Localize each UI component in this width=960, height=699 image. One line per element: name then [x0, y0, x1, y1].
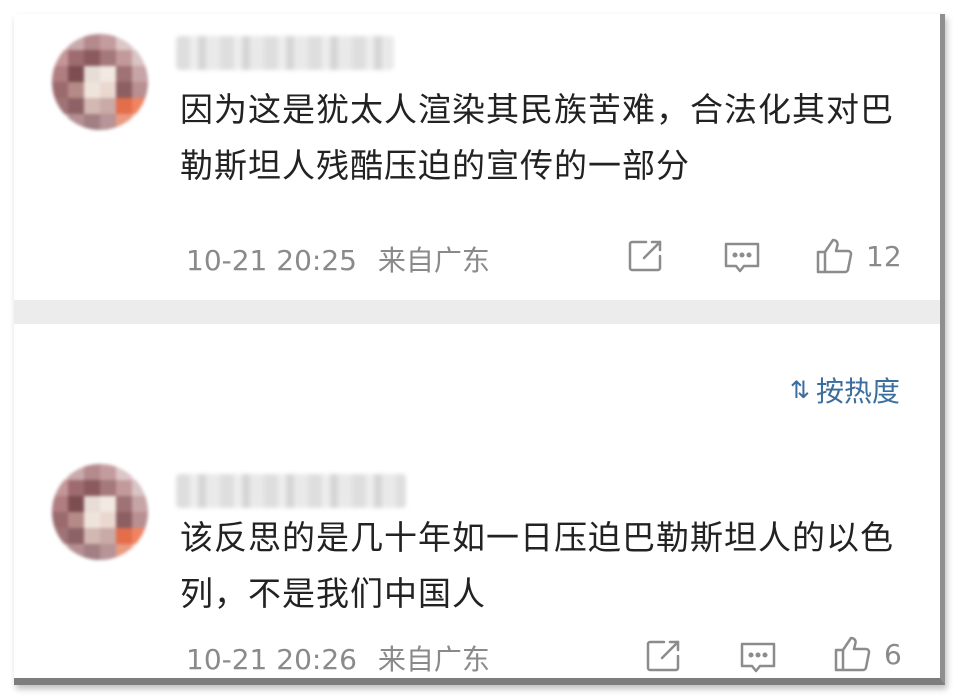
comment-meta: 10-21 20:25 来自广东 [186, 239, 490, 279]
comment-item: 因为这是犹太人渲染其民族苦难，合法化其对巴勒斯坦人残酷压迫的宣传的一部分 10-… [14, 14, 940, 300]
like-icon [834, 636, 871, 672]
avatar[interactable] [52, 464, 148, 560]
comment-button[interactable] [738, 640, 778, 676]
username[interactable] [176, 36, 394, 70]
comment-icon [740, 642, 776, 673]
comment-icon [724, 242, 760, 273]
avatar[interactable] [52, 34, 148, 130]
comment-item: 该反思的是几十年如一日压迫巴勒斯坦人的以色列，不是我们中国人 10-21 20:… [14, 444, 940, 678]
share-icon [646, 640, 680, 672]
section-divider [14, 300, 940, 324]
comment-meta: 10-21 20:26 来自广东 [186, 638, 490, 678]
like-button[interactable]: 12 [814, 236, 902, 276]
share-button[interactable] [644, 638, 684, 674]
username[interactable] [176, 474, 406, 508]
comment-list: 因为这是犹太人渲染其民族苦难，合法化其对巴勒斯坦人残酷压迫的宣传的一部分 10-… [14, 14, 945, 685]
comment-date: 10-21 20:26 [186, 643, 357, 676]
sort-icon: ⇅ [789, 376, 810, 404]
comment-text: 因为这是犹太人渲染其民族苦难，合法化其对巴勒斯坦人残酷压迫的宣传的一部分 [180, 90, 894, 185]
like-count: 6 [884, 637, 902, 671]
share-icon [628, 240, 662, 272]
comment-date: 10-21 20:25 [186, 244, 357, 277]
comment-location: 来自广东 [377, 244, 490, 277]
like-icon [816, 238, 853, 274]
comment-text: 该反思的是几十年如一日压迫巴勒斯坦人的以色列，不是我们中国人 [180, 518, 894, 613]
sort-label: 按热度 [815, 375, 900, 408]
like-button[interactable]: 6 [832, 634, 902, 674]
sort-button[interactable]: ⇅ 按热度 [790, 370, 900, 410]
comment-location: 来自广东 [377, 643, 490, 676]
comment-button[interactable] [722, 240, 762, 276]
like-count: 12 [866, 239, 902, 273]
share-button[interactable] [626, 238, 666, 274]
